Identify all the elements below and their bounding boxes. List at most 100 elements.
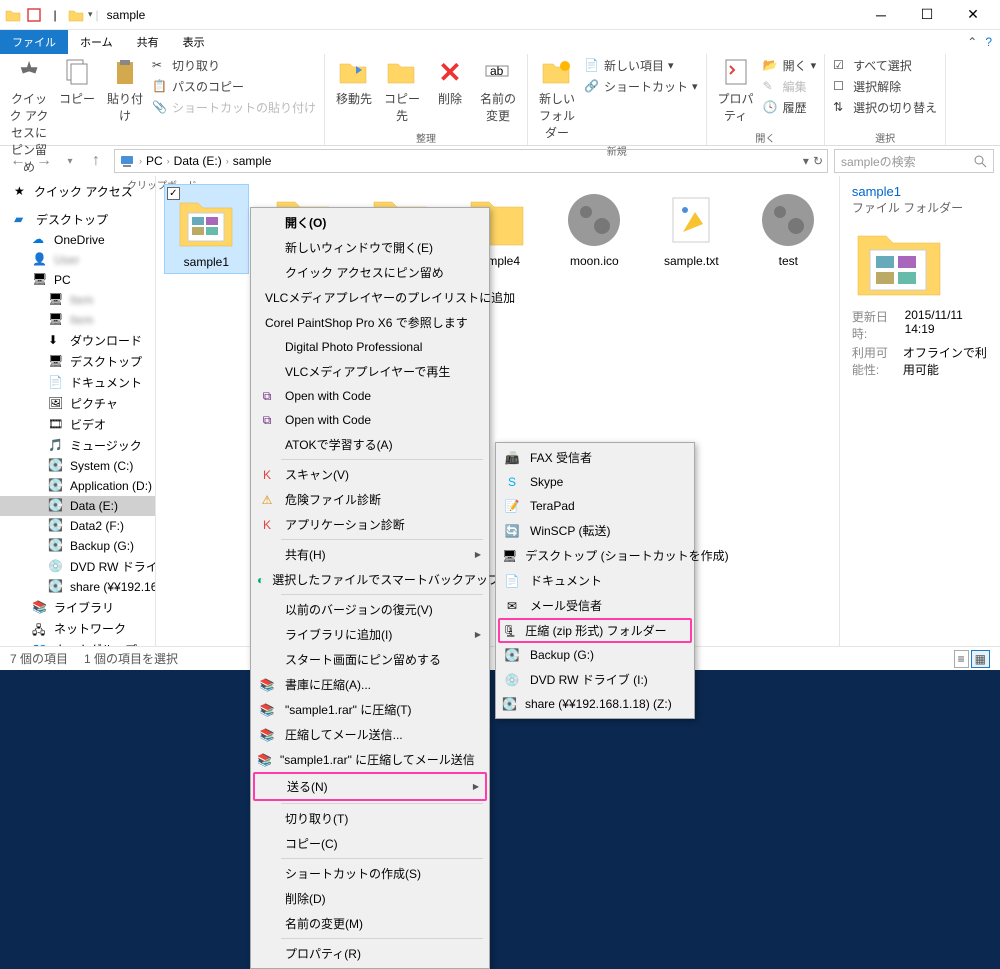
history-button[interactable]: 🕓履歴 xyxy=(761,98,819,117)
new-item-button[interactable]: 📄新しい項目 ▾ xyxy=(582,56,700,75)
ctx2-terapad[interactable]: 📝TeraPad xyxy=(498,494,692,518)
ctx-cut[interactable]: 切り取り(T) xyxy=(253,806,487,831)
file-item[interactable]: moon.ico xyxy=(552,184,637,274)
ctx-open-code[interactable]: ⧉Open with Code xyxy=(253,384,487,408)
up-button[interactable]: ↑ xyxy=(84,149,108,173)
ctx-restore-version[interactable]: 以前のバージョンの復元(V) xyxy=(253,597,487,622)
ctx-rar-mail[interactable]: 📚圧縮してメール送信... xyxy=(253,722,487,747)
ctx-delete[interactable]: 削除(D) xyxy=(253,886,487,911)
ctx-vlc-playlist[interactable]: VLCメディアプレイヤーのプレイリストに追加 xyxy=(253,285,487,310)
crumb[interactable]: sample xyxy=(233,154,272,168)
paste-button[interactable]: 貼り付け xyxy=(102,56,148,124)
ctx2-fax[interactable]: 📠FAX 受信者 xyxy=(498,445,692,470)
copy-button[interactable]: コピー xyxy=(54,56,100,107)
view-icons-icon[interactable]: ▦ xyxy=(971,650,990,668)
tree-item[interactable]: 🖥Item xyxy=(0,290,155,310)
ctx-open-code[interactable]: ⧉Open with Code xyxy=(253,408,487,432)
back-button[interactable]: ← xyxy=(6,149,30,173)
delete-button[interactable]: ✕削除 xyxy=(427,56,473,107)
ctx2-winscp[interactable]: 🔄WinSCP (転送) xyxy=(498,518,692,543)
new-folder-button[interactable]: 新しいフォルダー xyxy=(534,56,580,141)
tree-homegroup[interactable]: 👥ホームグループ xyxy=(0,639,155,646)
ctx-rar-archive[interactable]: 📚書庫に圧縮(A)... xyxy=(253,672,487,697)
checkbox-icon[interactable]: ✓ xyxy=(167,187,180,200)
minimize-button[interactable]: ─ xyxy=(858,1,904,29)
ctx-pin-start[interactable]: スタート画面にピン留めする xyxy=(253,647,487,672)
ctx-dpp[interactable]: Digital Photo Professional xyxy=(253,335,487,359)
tree-network[interactable]: 🖧ネットワーク xyxy=(0,618,155,639)
ctx2-share[interactable]: 💽share (¥¥192.168.1.18) (Z:) xyxy=(498,692,692,716)
select-all-button[interactable]: ☑すべて選択 xyxy=(831,56,939,75)
file-item[interactable]: sample.txt xyxy=(649,184,734,274)
ctx-atok[interactable]: ATOKで学習する(A) xyxy=(253,432,487,457)
tree-drive-g[interactable]: 💽Backup (G:) xyxy=(0,536,155,556)
dropdown-icon[interactable]: ▾ xyxy=(803,154,809,168)
ctx-app-diag[interactable]: Kアプリケーション診断 xyxy=(253,512,487,537)
ctx-danger-diag[interactable]: ⚠危険ファイル診断 xyxy=(253,487,487,512)
tree-desktop[interactable]: ▰デスクトップ xyxy=(0,209,155,230)
ctx-new-window[interactable]: 新しいウィンドウで開く(E) xyxy=(253,235,487,260)
select-none-button[interactable]: ☐選択解除 xyxy=(831,77,939,96)
tree-user[interactable]: 👤User xyxy=(0,250,155,270)
ctx-create-shortcut[interactable]: ショートカットの作成(S) xyxy=(253,861,487,886)
ctx-rar-sample1-mail[interactable]: 📚"sample1.rar" に圧縮してメール送信 xyxy=(253,747,487,772)
ctx-vlc-play[interactable]: VLCメディアプレイヤーで再生 xyxy=(253,359,487,384)
edit-button[interactable]: ✎編集 xyxy=(761,77,819,96)
ctx-rar-sample1[interactable]: 📚"sample1.rar" に圧縮(T) xyxy=(253,697,487,722)
copy-path-button[interactable]: 📋パスのコピー xyxy=(150,77,318,96)
nav-tree[interactable]: ★クイック アクセス ▰デスクトップ ☁OneDrive 👤User 🖥PC 🖥… xyxy=(0,176,156,646)
tree-dvd[interactable]: 💿DVD RW ドライブ (I:) xyxy=(0,556,155,577)
open-button[interactable]: 📂開く ▾ xyxy=(761,56,819,75)
new-shortcut-button[interactable]: 🔗ショートカット ▾ xyxy=(582,77,700,96)
tree-library[interactable]: 📚ライブラリ xyxy=(0,597,155,618)
file-item[interactable]: ✓ sample1 xyxy=(164,184,249,274)
crumb[interactable]: Data (E:) xyxy=(174,154,222,168)
chevron-down-icon[interactable]: ▾ xyxy=(88,9,93,20)
close-button[interactable]: ✕ xyxy=(950,1,996,29)
tree-videos[interactable]: 🎞ビデオ xyxy=(0,414,155,435)
ctx-share[interactable]: 共有(H) xyxy=(253,542,487,567)
ctx2-documents[interactable]: 📄ドキュメント xyxy=(498,568,692,593)
ctx2-dvd[interactable]: 💿DVD RW ドライブ (I:) xyxy=(498,667,692,692)
tab-share[interactable]: 共有 xyxy=(125,30,171,54)
tree-share[interactable]: 💽share (¥¥192.168.1.18) (Z:) xyxy=(0,577,155,597)
ctx-properties[interactable]: プロパティ(R) xyxy=(253,941,487,966)
tree-drive-c[interactable]: 💽System (C:) xyxy=(0,456,155,476)
maximize-button[interactable]: ☐ xyxy=(904,1,950,29)
tab-view[interactable]: 表示 xyxy=(171,30,217,54)
ctx2-backup[interactable]: 💽Backup (G:) xyxy=(498,643,692,667)
ctx-smart-backup[interactable]: ◐選択したファイルでスマートバックアップを作成 xyxy=(253,567,487,592)
view-details-icon[interactable]: ≡ xyxy=(954,650,969,668)
tree-pictures[interactable]: 🖼ピクチャ xyxy=(0,393,155,414)
tree-drive-f[interactable]: 💽Data2 (F:) xyxy=(0,516,155,536)
crumb[interactable]: PC xyxy=(146,154,163,168)
copy-to-button[interactable]: コピー先 xyxy=(379,56,425,124)
search-input[interactable]: sampleの検索 xyxy=(834,149,994,173)
ctx-scan[interactable]: Kスキャン(V) xyxy=(253,462,487,487)
rename-button[interactable]: ab名前の変更 xyxy=(475,56,521,124)
tree-quick-access[interactable]: ★クイック アクセス xyxy=(0,180,155,203)
ctx-send-to[interactable]: 送る(N) xyxy=(255,774,485,799)
properties-button[interactable]: プロパティ xyxy=(713,56,759,124)
tree-pc[interactable]: 🖥PC xyxy=(0,270,155,290)
ctx-corel[interactable]: Corel PaintShop Pro X6 で参照します xyxy=(253,310,487,335)
ctx2-desktop[interactable]: 🖥デスクトップ (ショートカットを作成) xyxy=(498,543,692,568)
help-icon[interactable]: ? xyxy=(985,35,992,49)
refresh-icon[interactable]: ↻ xyxy=(813,154,823,168)
ctx-open[interactable]: 開く(O) xyxy=(253,210,487,235)
tree-onedrive[interactable]: ☁OneDrive xyxy=(0,230,155,250)
tree-drive-d[interactable]: 💽Application (D:) xyxy=(0,476,155,496)
file-item[interactable]: test xyxy=(746,184,831,274)
invert-selection-button[interactable]: ⇅選択の切り替え xyxy=(831,98,939,117)
tree-downloads[interactable]: ⬇ダウンロード xyxy=(0,330,155,351)
ctx-rename[interactable]: 名前の変更(M) xyxy=(253,911,487,936)
tree-item[interactable]: 🖥Item xyxy=(0,310,155,330)
tree-music[interactable]: 🎵ミュージック xyxy=(0,435,155,456)
paste-shortcut-button[interactable]: 📎ショートカットの貼り付け xyxy=(150,98,318,117)
move-to-button[interactable]: 移動先 xyxy=(331,56,377,107)
cut-button[interactable]: ✂切り取り xyxy=(150,56,318,75)
tab-home[interactable]: ホーム xyxy=(68,30,125,54)
ctx-copy[interactable]: コピー(C) xyxy=(253,831,487,856)
tree-desktop[interactable]: 🖥デスクトップ xyxy=(0,351,155,372)
ctx-add-library[interactable]: ライブラリに追加(I) xyxy=(253,622,487,647)
